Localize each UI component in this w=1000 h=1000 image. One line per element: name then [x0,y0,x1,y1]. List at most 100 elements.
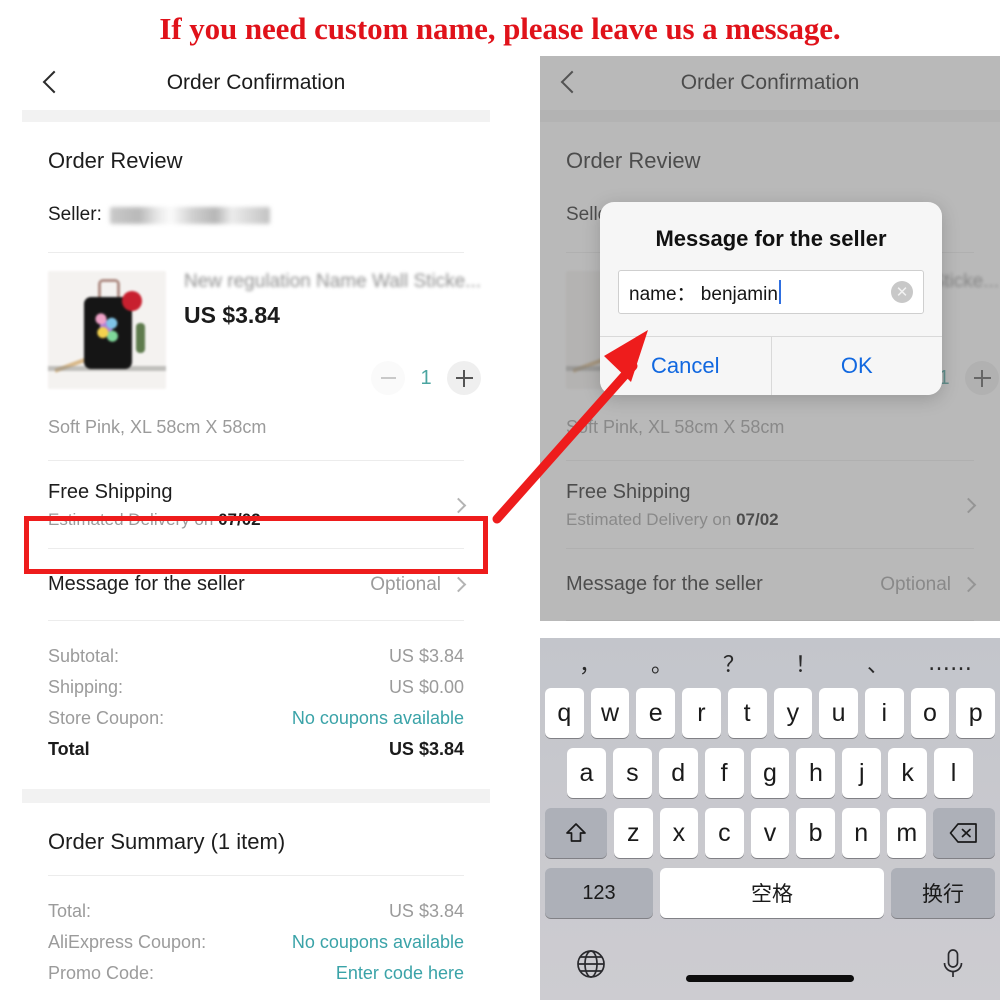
ok-button[interactable]: OK [770,337,942,395]
keyboard-row-2: a s d f g h j k l [545,748,995,798]
dialog-title: Message for the seller [655,226,887,251]
suggestion-question[interactable]: ？ [698,647,770,679]
summary-value: US $3.84 [388,901,464,921]
keyboard-row-3: z x c v b n m [544,808,996,858]
shipping-row-left[interactable]: Free Shipping Estimated Delivery on 07/0… [48,461,467,548]
key-h[interactable]: h [796,748,836,798]
clear-circle-icon[interactable]: ✕ [891,281,913,303]
key-b[interactable]: b [796,808,835,858]
key-v[interactable]: v [750,808,790,858]
key-x[interactable]: x [659,808,699,858]
total-label: Subtotal: [48,646,120,666]
estimate-date-left: 07/02 [218,510,261,529]
promo-code-value[interactable]: Enter code here [336,963,464,984]
summary-line: Total: US $3.84 [48,896,464,927]
message-input[interactable]: name： benjamin ✕ [618,270,924,314]
aliexpress-coupon-value[interactable]: No coupons available [292,932,464,953]
minus-icon[interactable] [371,361,406,395]
promo-banner-text: If you need custom name, please leave us… [159,11,841,46]
key-f[interactable]: f [704,748,744,798]
keyboard-bottom-bar [540,928,1000,1000]
suggestion-enumeration[interactable]: 、 [842,647,914,679]
seller-label-left: Seller: [48,204,102,225]
message-row-label-left: Message for the seller [48,573,245,595]
product-variant-left: Soft Pink, XL 58cm X 58cm [48,417,267,437]
key-l[interactable]: l [934,748,974,798]
key-u[interactable]: u [819,688,858,738]
onscreen-keyboard: ， 。 ？ ！ 、 …… q w e r t y u i o p a s d f… [540,638,1000,1000]
suggestion-period[interactable]: 。 [626,647,698,679]
numbers-key[interactable]: 123 [545,868,653,918]
keyboard-rows: q w e r t y u i o p a s d f g h j k l z … [540,688,1000,918]
message-input-value: name： benjamin [629,283,778,305]
key-d[interactable]: d [658,748,698,798]
promo-banner: If you need custom name, please leave us… [0,0,1000,58]
keyboard-row-4: 123 空格 换行 [545,868,995,918]
seller-row-left: Seller: [48,204,464,252]
key-o[interactable]: o [910,688,950,738]
key-k[interactable]: k [888,748,928,798]
key-s[interactable]: s [612,748,652,798]
store-coupon-value[interactable]: No coupons available [292,708,464,729]
summary-label: AliExpress Coupon: [48,932,207,952]
product-thumbnail-left [48,271,166,389]
suggestion-ellipsis[interactable]: …… [914,651,986,676]
product-title-left: New regulation Name Wall Sticke... [184,271,482,292]
key-c[interactable]: c [705,808,744,858]
nav-divider-left [22,110,490,122]
summary-label: Total: [48,901,92,921]
key-w[interactable]: w [590,688,630,738]
shipping-estimate-left: Estimated Delivery on 07/02 [48,504,261,530]
shift-arrow-icon[interactable] [544,808,607,858]
chevron-right-icon [450,576,467,593]
back-button-left[interactable] [22,56,78,110]
key-n[interactable]: n [841,808,881,858]
key-r[interactable]: r [682,688,721,738]
key-q[interactable]: q [544,688,584,738]
cancel-button[interactable]: Cancel [600,337,771,395]
space-key[interactable]: 空格 [660,868,884,918]
order-review-sheet-left: Order Review Seller: New regulation Name… [22,122,490,1000]
key-a[interactable]: a [567,748,606,798]
product-row-left[interactable]: New regulation Name Wall Sticke... US $3… [48,253,482,395]
backspace-icon[interactable] [933,808,996,858]
total-line: Shipping: US $0.00 [48,672,464,703]
key-g[interactable]: g [750,748,790,798]
key-z[interactable]: z [613,808,653,858]
section-gap [22,789,490,803]
message-for-seller-row-left[interactable]: Message for the seller Optional [48,549,467,620]
key-j[interactable]: j [842,748,882,798]
key-i[interactable]: i [864,688,904,738]
keyboard-suggestion-bar: ， 。 ？ ！ 、 …… [540,638,1000,688]
chevron-right-icon [450,497,467,514]
globe-icon[interactable] [574,947,608,986]
keyboard-row-1: q w e r t y u i o p [544,688,996,738]
order-review-heading-left: Order Review [48,148,183,173]
summary-line: Promo Code: Enter code here [48,958,464,989]
microphone-icon[interactable] [940,947,966,986]
plus-icon[interactable] [447,361,482,395]
order-summary-heading-left: Order Summary (1 item) [48,829,286,854]
total-line: Total US $3.84 [48,734,464,765]
total-label: Store Coupon: [48,708,165,728]
key-p[interactable]: p [956,688,996,738]
total-value: US $3.84 [388,739,464,759]
screenshot-stage: If you need custom name, please leave us… [0,0,1000,1000]
key-m[interactable]: m [887,808,927,858]
key-t[interactable]: t [727,688,767,738]
suggestion-exclamation[interactable]: ！ [770,647,842,679]
summary-list-left: Total: US $3.84 AliExpress Coupon: No co… [48,876,464,999]
total-line: Subtotal: US $3.84 [48,641,464,672]
totals-list-left: Subtotal: US $3.84 Shipping: US $0.00 St… [48,621,464,775]
key-y[interactable]: y [773,688,813,738]
shipping-title-left: Free Shipping [48,481,173,503]
navbar-left: Order Confirmation [22,56,490,110]
suggestion-comma[interactable]: ， [554,647,626,679]
product-price-left: US $3.84 [184,302,280,328]
quantity-stepper-left[interactable]: 1 [371,361,482,395]
total-line: Store Coupon: No coupons available [48,703,464,734]
estimate-prefix-left: Estimated Delivery on [48,510,214,529]
quantity-value-left: 1 [420,366,432,389]
return-key[interactable]: 换行 [891,868,995,918]
key-e[interactable]: e [636,688,676,738]
